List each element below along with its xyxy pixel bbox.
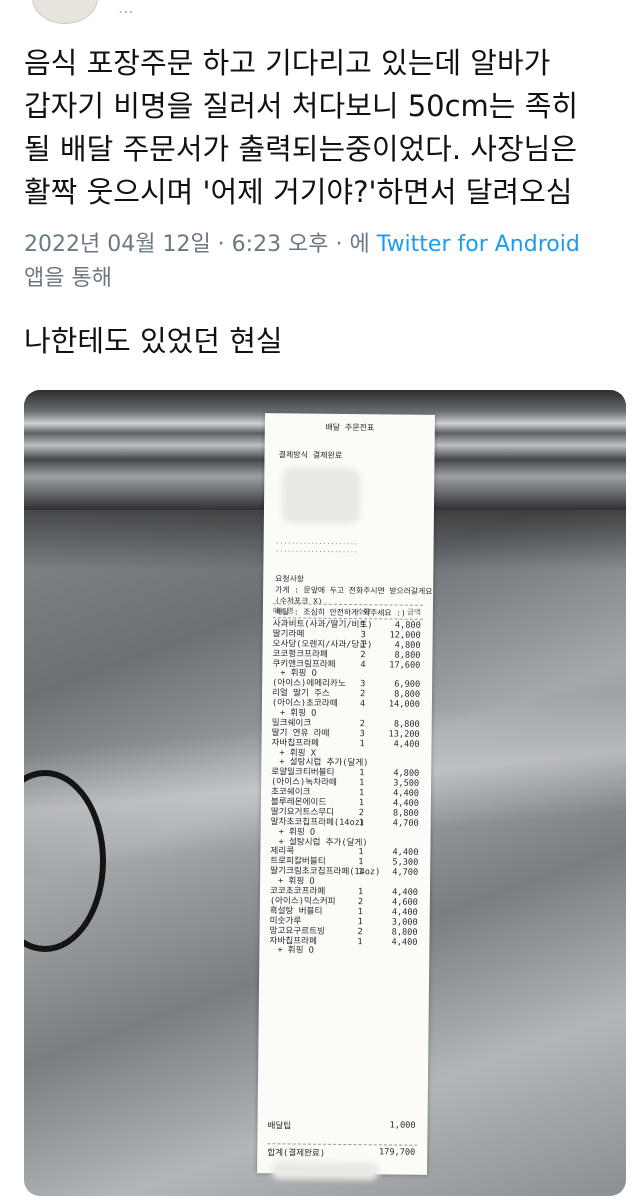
receipt-columns-header: 메뉴명 수량 금액 (272, 603, 423, 620)
tweet-timestamp[interactable]: 2022년 04월 12일 · 6:23 오후 · 에 (24, 232, 370, 257)
tip-price: 1,000 (389, 1120, 416, 1131)
tweet-text-line: 갑자기 비명을 질러서 처다보니 50cm는 족히 (24, 89, 579, 123)
item-name: + 휘핑 O (277, 945, 314, 957)
tweet-text-line: 될 배달 주문서가 출력되는중이었다. 사장님은 (24, 132, 578, 166)
item-price: 14,000 (388, 699, 420, 710)
blurred-region (285, 471, 357, 521)
receipt-notice: ····················· ···················… (275, 539, 358, 557)
receipt-payment: 결제방식 결제완료 (278, 450, 343, 460)
item-qty: 4 (360, 659, 366, 670)
tweet-header-strip: ⋯ (0, 0, 640, 34)
tweet-text-line: 활짝 웃으시며 '어제 거기야?'하면서 달려오심 (24, 175, 573, 209)
item-price: 4,400 (391, 936, 418, 948)
delivery-receipt: 배달 주문전표 결제방식 결제완료 ····················· ·… (257, 413, 435, 1177)
blurred-region (275, 1165, 376, 1177)
tweet-text-line: 음식 포장주문 하고 기다리고 있는데 알바가 (24, 46, 551, 80)
item-price: 4,700 (392, 867, 419, 879)
receipt-delivery-tip: 배달팁 1,000 (267, 1119, 417, 1131)
item-price: 4,700 (392, 818, 419, 829)
header-qty: 수량 (356, 607, 371, 617)
item-qty: 1 (357, 936, 363, 947)
avatar[interactable] (32, 0, 98, 24)
item-qty: 1 (358, 817, 364, 829)
tweet-meta: 2022년 04월 12일 · 6:23 오후 · 에 Twitter for … (24, 228, 624, 296)
receipt-items: 사과비트(사과/딸기/비트) 1 4,800 딸기라떼 3 12,000 오사당(오렌지/사… (269, 619, 423, 958)
tweet-text: 음식 포장주문 하고 기다리고 있는데 알바가 갑자기 비명을 질러서 처다보니… (24, 42, 624, 214)
item-qty: 4 (359, 699, 366, 710)
receipt-total: 합계(결제완료) 179,700 (267, 1143, 418, 1160)
item-price: 17,600 (389, 660, 421, 671)
receipt-item-option: + 휘핑 O (269, 945, 419, 958)
tweet-source-link[interactable]: Twitter for Android (377, 232, 580, 257)
header-menu: 메뉴명 (272, 606, 294, 616)
tweet-source-suffix: 앱을 통해 (24, 266, 112, 291)
receipt-photo[interactable]: 배달 주문전표 결제방식 결제완료 ····················· ·… (24, 390, 626, 1196)
item-qty: 1 (359, 738, 365, 749)
post-caption: 나한테도 있었던 현실 (24, 324, 283, 358)
total-label: 합계(결제완료) (267, 1148, 326, 1159)
header-price: 금액 (407, 607, 421, 617)
author-name-cropped: ⋯ (118, 2, 136, 21)
tip-label: 배달팁 (267, 1121, 292, 1132)
item-qty: 1 (358, 867, 364, 878)
total-price: 179,700 (378, 1147, 416, 1158)
receipt-title: 배달 주문전표 (325, 422, 375, 433)
item-price: 4,400 (393, 739, 420, 750)
